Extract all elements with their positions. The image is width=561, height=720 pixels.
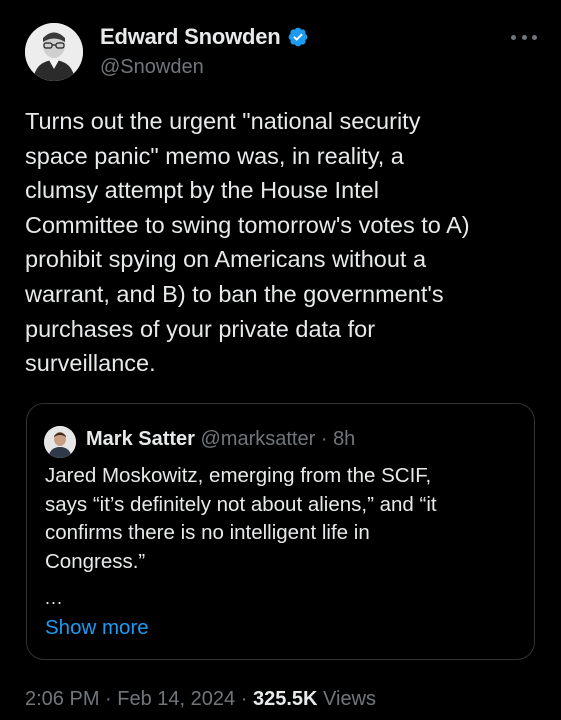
- separator-dot: ·: [240, 688, 248, 710]
- quoted-author-avatar-image: [44, 426, 76, 458]
- tweet-text-line: prohibit spying on Americans without a: [25, 246, 427, 273]
- tweet-meta: 2:06 PM · Feb 14, 2024 · 325.5K Views: [25, 688, 376, 711]
- author-avatar-image: [25, 23, 83, 81]
- tweet-text-line: clumsy attempt by the House Intel: [25, 177, 379, 204]
- views-label: Views: [323, 688, 377, 710]
- dot: [532, 34, 537, 40]
- quoted-text-line: Jared Moskowitz, emerging from the SCIF,: [45, 464, 432, 487]
- truncation-ellipsis: ...: [45, 588, 64, 608]
- tweet-time[interactable]: 2:06 PM: [25, 688, 99, 710]
- quoted-handle[interactable]: @marksatter: [201, 428, 316, 450]
- tweet-text: Turns out the urgent "national security …: [25, 104, 545, 381]
- quoted-text-line: says “it’s definitely not about aliens,”…: [45, 492, 437, 516]
- quoted-text-line: Congress.”: [45, 549, 146, 573]
- separator-dot: ·: [105, 688, 112, 710]
- tweet-text-line: Turns out the urgent "national security: [25, 108, 421, 134]
- tweet: Edward Snowden @Snowden Turns out the ur…: [0, 0, 561, 720]
- show-more-link[interactable]: Show more: [45, 616, 149, 640]
- quoted-author-avatar[interactable]: [44, 426, 76, 458]
- author-handle[interactable]: @Snowden: [100, 56, 204, 79]
- dot: [521, 34, 527, 40]
- quoted-display-name[interactable]: Mark Satter: [86, 428, 195, 450]
- tweet-date[interactable]: Feb 14, 2024: [117, 688, 235, 710]
- author-display-name[interactable]: Edward Snowden: [100, 24, 281, 50]
- tweet-text-line: warrant, and B) to ban the government's: [25, 280, 444, 307]
- tweet-text-line: space panic" memo was, in reality, a: [25, 142, 404, 169]
- tweet-text-line: purchases of your private data for: [25, 315, 376, 342]
- quoted-text-line: confirms there is no intelligent life in: [45, 521, 370, 545]
- quoted-tweet-card[interactable]: Mark Satter @marksatter · 8h Jared Mosko…: [26, 403, 535, 660]
- views-count[interactable]: 325.5K: [253, 688, 318, 710]
- verified-badge-icon[interactable]: [287, 26, 309, 48]
- tweet-text-line: Committee to swing tomorrow's votes to A…: [25, 211, 470, 238]
- quoted-timestamp[interactable]: 8h: [333, 428, 355, 450]
- quoted-tweet-text: Jared Moskowitz, emerging from the SCIF,…: [45, 462, 525, 576]
- dot: [511, 34, 516, 40]
- more-options-icon[interactable]: [511, 30, 537, 44]
- author-avatar[interactable]: [25, 23, 83, 81]
- quoted-header: Mark Satter @marksatter · 8h: [86, 428, 355, 451]
- tweet-text-line: surveillance.: [25, 350, 156, 377]
- author-name-row: Edward Snowden: [100, 24, 309, 50]
- separator-dot: ·: [320, 428, 328, 450]
